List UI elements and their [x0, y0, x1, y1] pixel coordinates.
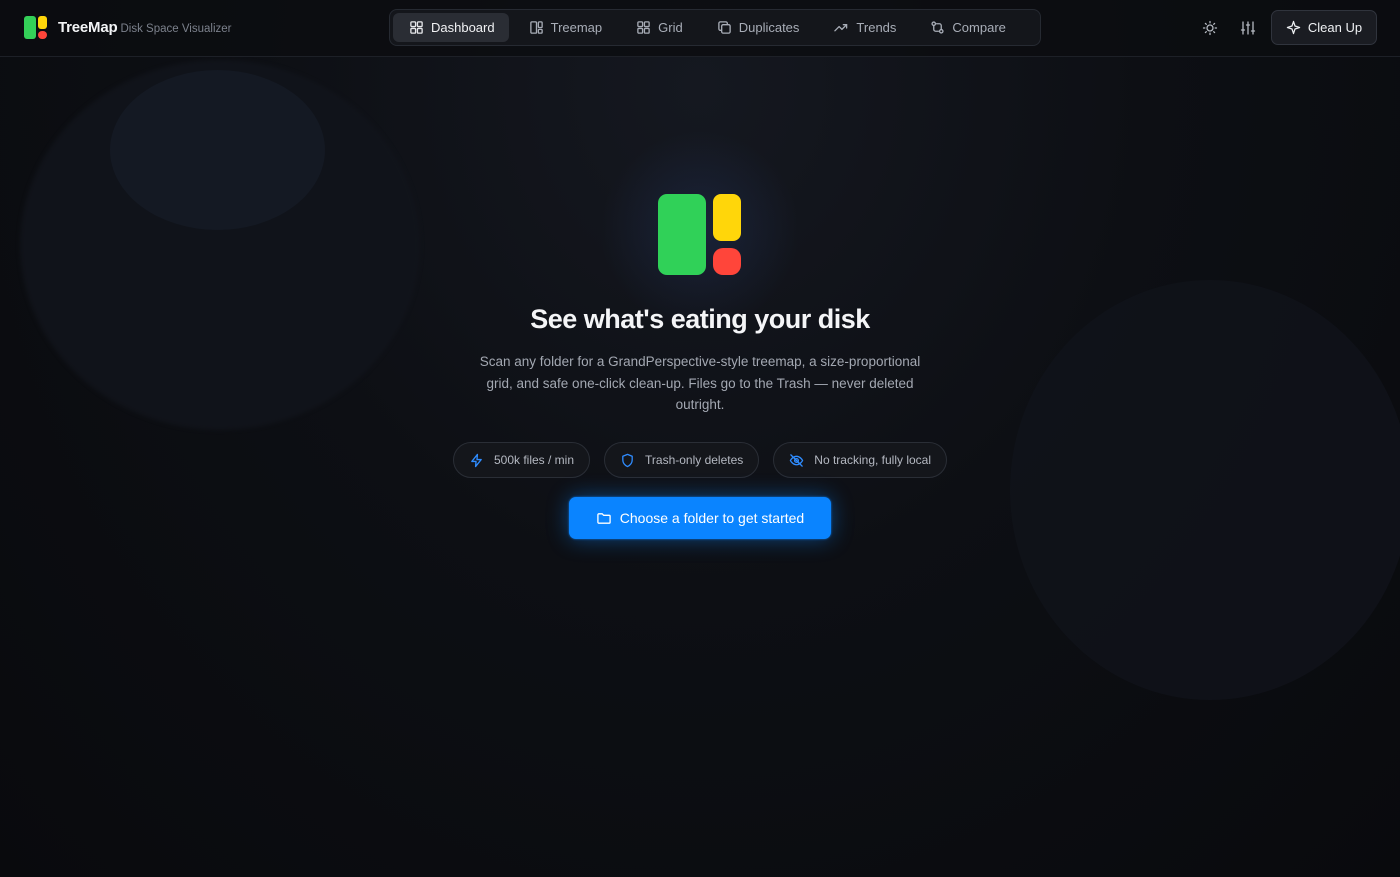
treemap-icon	[529, 21, 543, 34]
app-name: TreeMap	[58, 18, 118, 36]
tab-label: Duplicates	[738, 20, 800, 35]
dashboard-icon	[410, 21, 423, 34]
background-decoration	[1010, 280, 1400, 700]
feature-pill-label: No tracking, fully local	[814, 453, 932, 467]
background-decoration	[110, 70, 325, 230]
theme-toggle-button[interactable]	[1199, 17, 1221, 39]
hero-title: See what's eating your disk	[530, 304, 870, 334]
lightning-icon	[471, 453, 482, 467]
eye-off-icon	[789, 453, 804, 467]
hero-logo-icon	[658, 194, 742, 276]
feature-pill-speed: 500k files / min	[452, 442, 591, 478]
feature-pill-privacy: No tracking, fully local	[773, 442, 948, 478]
main-nav: Dashboard Treemap Grid Duplicates Trends…	[389, 9, 1041, 46]
tab-label: Grid	[658, 20, 683, 35]
trends-icon	[834, 24, 848, 32]
tab-duplicates[interactable]: Duplicates	[701, 13, 814, 42]
tab-label: Treemap	[550, 20, 603, 35]
tab-dashboard[interactable]: Dashboard	[393, 13, 509, 42]
choose-folder-button[interactable]: Choose a folder to get started	[569, 497, 831, 539]
tab-treemap[interactable]: Treemap	[513, 13, 617, 42]
app-window: TreeMap Disk Space Visualizer Dashboard …	[0, 0, 1400, 877]
top-bar: TreeMap Disk Space Visualizer Dashboard …	[0, 0, 1400, 57]
sparkle-icon	[1286, 20, 1301, 35]
folder-icon	[597, 512, 611, 524]
app-logo-icon	[24, 15, 48, 39]
tab-label: Compare	[952, 20, 1006, 35]
settings-button[interactable]	[1237, 17, 1259, 39]
background-decoration	[20, 60, 420, 430]
feature-pills: 500k files / min Trash-only deletes No t…	[0, 442, 1400, 478]
shield-icon	[622, 453, 633, 467]
duplicates-icon	[717, 21, 731, 34]
choose-folder-label: Choose a folder to get started	[619, 510, 805, 526]
hero-description: Scan any folder for a GrandPerspective-s…	[479, 354, 921, 412]
tab-grid[interactable]: Grid	[620, 13, 697, 42]
sliders-icon	[1240, 21, 1256, 35]
tab-trends[interactable]: Trends	[817, 13, 910, 42]
grid-icon	[637, 21, 650, 34]
compare-icon	[931, 21, 944, 34]
feature-pill-label: Trash-only deletes	[645, 453, 744, 467]
tab-compare[interactable]: Compare	[914, 13, 1019, 42]
feature-pill-trash: Trash-only deletes	[604, 442, 760, 478]
app-subtitle: Disk Space Visualizer	[120, 22, 232, 35]
feature-pill-label: 500k files / min	[493, 453, 575, 467]
sun-icon	[1202, 20, 1218, 36]
brand: TreeMap Disk Space Visualizer	[24, 15, 231, 39]
tab-label: Trends	[856, 20, 897, 35]
clean-up-button[interactable]: Clean Up	[1271, 10, 1377, 45]
tab-label: Dashboard	[431, 20, 495, 35]
clean-up-label: Clean Up	[1307, 20, 1363, 35]
